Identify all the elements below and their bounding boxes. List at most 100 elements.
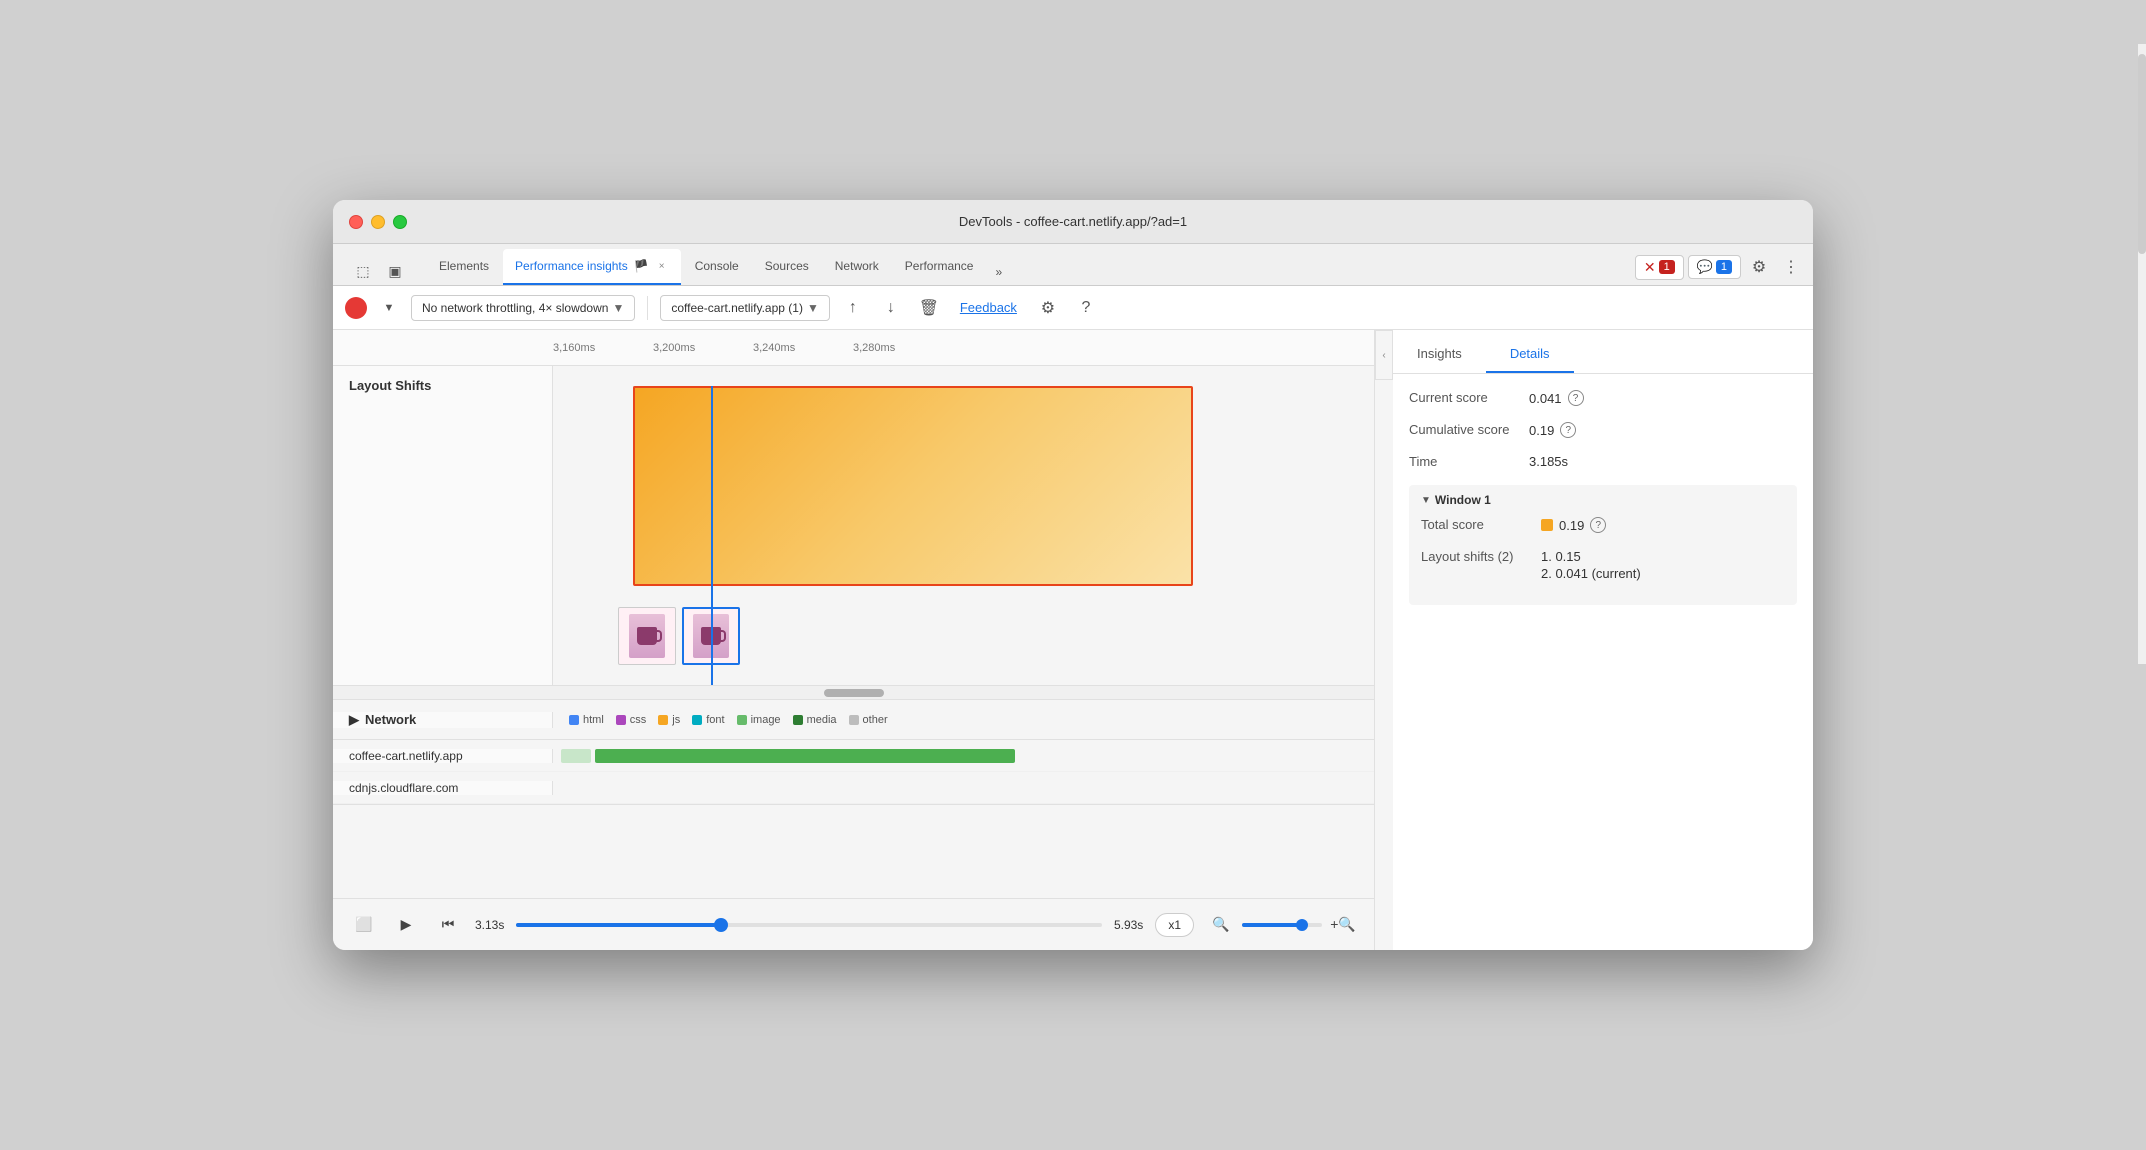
page-dropdown[interactable]: coffee-cart.netlify.app (1) ▼ [660, 295, 830, 321]
network-entries: coffee-cart.netlify.app cdnjs.cloudflare… [333, 740, 1374, 804]
entry-domain-1: cdnjs.cloudflare.com [333, 781, 553, 795]
message-badge[interactable]: 💬 1 [1688, 255, 1741, 279]
cumulative-score-label: Cumulative score [1409, 422, 1529, 438]
shift-orange-rect[interactable] [633, 386, 1193, 586]
layout-shifts-detail-row: Layout shifts (2) 1. 0.15 2. 0.041 (curr… [1421, 549, 1785, 581]
upload-icon[interactable]: ↑ [838, 293, 868, 323]
error-count: 1 [1659, 260, 1675, 274]
time-start: 3.13s [475, 918, 504, 932]
main-area: 3,160ms 3,200ms 3,240ms 3,280ms Layout S… [333, 330, 1813, 950]
screenshot-icon[interactable]: ⬜ [349, 910, 379, 940]
panel-tabs: Insights Details [1393, 330, 1813, 374]
bottom-controls: ⬜ ▶ ⏮ 3.13s 5.93s x1 🔍 +🔍 [333, 898, 1374, 950]
dropdown-arrow-icon[interactable]: ▼ [375, 294, 403, 322]
window-title: DevTools - coffee-cart.netlify.app/?ad=1 [959, 214, 1187, 229]
message-icon: 💬 [1697, 259, 1713, 275]
orange-square-icon [1541, 519, 1553, 531]
thumbnails-row [618, 607, 740, 665]
timeline-marks: 3,160ms 3,200ms 3,240ms 3,280ms [553, 342, 953, 354]
message-count: 1 [1716, 260, 1732, 274]
total-score-row: Total score 0.19 ? [1421, 517, 1785, 533]
tab-close-icon[interactable]: × [655, 259, 669, 273]
toolbar: ▼ No network throttling, 4× slowdown ▼ c… [333, 286, 1813, 330]
play-button[interactable]: ▶ [391, 910, 421, 940]
zoom-slider[interactable] [1242, 923, 1322, 927]
error-badge[interactable]: ✕ 1 [1635, 255, 1684, 280]
devtools-icon-group: ⬚ ▣ [341, 257, 417, 285]
right-panel: Insights Details Current score 0.041 ? C… [1393, 330, 1813, 950]
zoom-fill [1242, 923, 1302, 927]
layout-shifts-row: Layout Shifts [333, 366, 1374, 686]
layout-shifts-content[interactable] [553, 366, 1374, 685]
delete-icon[interactable]: 🗑 [914, 293, 944, 323]
feedback-link[interactable]: Feedback [960, 300, 1017, 315]
window1-collapse-icon[interactable]: ▼ [1421, 495, 1431, 506]
media-dot [793, 715, 803, 725]
network-entry-0[interactable]: coffee-cart.netlify.app [333, 740, 1374, 772]
total-score-help-icon[interactable]: ? [1590, 517, 1606, 533]
maximize-button[interactable] [393, 215, 407, 229]
tab-sources[interactable]: Sources [753, 249, 821, 285]
legend-html: html [569, 714, 604, 726]
minimize-button[interactable] [371, 215, 385, 229]
time-value: 3.185s [1529, 454, 1568, 469]
help-icon[interactable]: ? [1071, 293, 1101, 323]
legend-font: font [692, 714, 724, 726]
more-tabs-button[interactable]: » [987, 259, 1010, 285]
cumulative-score-help-icon[interactable]: ? [1560, 422, 1576, 438]
network-entry-1[interactable]: cdnjs.cloudflare.com [333, 772, 1374, 804]
tab-elements[interactable]: Elements [427, 249, 501, 285]
horizontal-scrollbar[interactable] [333, 686, 1374, 700]
tab-performance-insights[interactable]: Performance insights 🏴 × [503, 249, 681, 285]
device-icon[interactable]: ▣ [381, 257, 409, 285]
left-panel: 3,160ms 3,200ms 3,240ms 3,280ms Layout S… [333, 330, 1375, 950]
tab-details[interactable]: Details [1486, 336, 1574, 373]
time-mark-1: 3,200ms [653, 342, 753, 354]
network-header: ▶ Network html css [333, 700, 1374, 740]
speed-button[interactable]: x1 [1155, 913, 1194, 937]
network-label[interactable]: ▶ Network [333, 712, 553, 728]
legend-media: media [793, 714, 837, 726]
throttle-dropdown[interactable]: No network throttling, 4× slowdown ▼ [411, 295, 635, 321]
legend-js: js [658, 714, 680, 726]
scroll-thumb [824, 689, 884, 697]
window1-title: ▼ Window 1 [1421, 493, 1785, 507]
progress-bar[interactable] [516, 923, 1102, 927]
panel-collapse-button[interactable]: ‹ [1375, 330, 1393, 380]
entry-load-bar-0 [595, 749, 1015, 763]
tab-performance[interactable]: Performance [893, 249, 986, 285]
thumbnail-1[interactable] [618, 607, 676, 665]
current-score-help-icon[interactable]: ? [1568, 390, 1584, 406]
network-collapse-arrow: ▶ [349, 712, 359, 728]
css-dot [616, 715, 626, 725]
record-button[interactable] [345, 297, 367, 319]
more-options-icon[interactable]: ⋮ [1777, 253, 1805, 281]
time-mark-3: 3,280ms [853, 342, 953, 354]
tab-network[interactable]: Network [823, 249, 891, 285]
timeline-header: 3,160ms 3,200ms 3,240ms 3,280ms [333, 330, 1374, 366]
entry-domain-0: coffee-cart.netlify.app [333, 749, 553, 763]
close-button[interactable] [349, 215, 363, 229]
cursor-icon[interactable]: ⬚ [349, 257, 377, 285]
tab-console[interactable]: Console [683, 249, 751, 285]
panel-content: Current score 0.041 ? Cumulative score 0… [1393, 374, 1813, 950]
settings2-icon[interactable]: ⚙ [1033, 293, 1063, 323]
progress-thumb [714, 918, 728, 932]
flag-icon: 🏴 [634, 259, 649, 273]
tab-right-controls: ✕ 1 💬 1 ⚙ ⋮ [1635, 253, 1805, 285]
total-score-value: 0.19 ? [1541, 517, 1606, 533]
download-icon[interactable]: ↓ [876, 293, 906, 323]
tab-insights[interactable]: Insights [1393, 336, 1486, 373]
titlebar: DevTools - coffee-cart.netlify.app/?ad=1 [333, 200, 1813, 244]
font-dot [692, 715, 702, 725]
zoom-out-icon[interactable]: 🔍 [1206, 910, 1236, 940]
zoom-controls: 🔍 +🔍 [1206, 910, 1358, 940]
traffic-lights [349, 215, 407, 229]
zoom-in-icon[interactable]: +🔍 [1328, 910, 1358, 940]
time-mark-0: 3,160ms [553, 342, 653, 354]
zoom-thumb [1296, 919, 1308, 931]
skip-start-icon[interactable]: ⏮ [433, 910, 463, 940]
network-legend: html css js [553, 714, 904, 726]
error-icon: ✕ [1644, 259, 1656, 276]
settings-icon[interactable]: ⚙ [1745, 253, 1773, 281]
